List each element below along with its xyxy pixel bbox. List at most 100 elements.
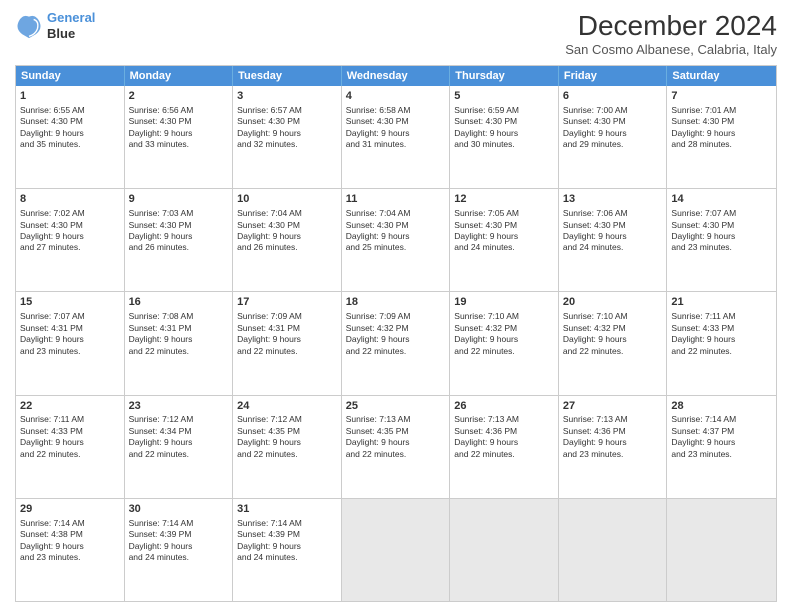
calendar-week: 15Sunrise: 7:07 AM Sunset: 4:31 PM Dayli… xyxy=(16,291,776,394)
calendar-cell: 24Sunrise: 7:12 AM Sunset: 4:35 PM Dayli… xyxy=(233,396,342,498)
day-number: 27 xyxy=(563,399,663,414)
day-info: Sunrise: 7:10 AM Sunset: 4:32 PM Dayligh… xyxy=(563,311,663,357)
calendar-cell-empty xyxy=(450,499,559,601)
day-info: Sunrise: 7:10 AM Sunset: 4:32 PM Dayligh… xyxy=(454,311,554,357)
day-number: 28 xyxy=(671,399,772,414)
day-number: 17 xyxy=(237,295,337,310)
day-info: Sunrise: 7:11 AM Sunset: 4:33 PM Dayligh… xyxy=(20,414,120,460)
calendar-header-cell: Monday xyxy=(125,66,234,86)
calendar-body: 1Sunrise: 6:55 AM Sunset: 4:30 PM Daylig… xyxy=(16,86,776,601)
day-info: Sunrise: 7:13 AM Sunset: 4:36 PM Dayligh… xyxy=(454,414,554,460)
day-number: 31 xyxy=(237,502,337,517)
day-info: Sunrise: 6:59 AM Sunset: 4:30 PM Dayligh… xyxy=(454,105,554,151)
day-number: 30 xyxy=(129,502,229,517)
calendar-cell: 15Sunrise: 7:07 AM Sunset: 4:31 PM Dayli… xyxy=(16,292,125,394)
calendar-week: 22Sunrise: 7:11 AM Sunset: 4:33 PM Dayli… xyxy=(16,395,776,498)
day-number: 25 xyxy=(346,399,446,414)
calendar-cell: 20Sunrise: 7:10 AM Sunset: 4:32 PM Dayli… xyxy=(559,292,668,394)
calendar-week: 1Sunrise: 6:55 AM Sunset: 4:30 PM Daylig… xyxy=(16,86,776,188)
logo: General Blue xyxy=(15,10,95,41)
calendar-week: 8Sunrise: 7:02 AM Sunset: 4:30 PM Daylig… xyxy=(16,188,776,291)
day-info: Sunrise: 7:08 AM Sunset: 4:31 PM Dayligh… xyxy=(129,311,229,357)
calendar-cell: 12Sunrise: 7:05 AM Sunset: 4:30 PM Dayli… xyxy=(450,189,559,291)
day-info: Sunrise: 7:05 AM Sunset: 4:30 PM Dayligh… xyxy=(454,208,554,254)
calendar-cell: 7Sunrise: 7:01 AM Sunset: 4:30 PM Daylig… xyxy=(667,86,776,188)
day-number: 15 xyxy=(20,295,120,310)
calendar-cell: 26Sunrise: 7:13 AM Sunset: 4:36 PM Dayli… xyxy=(450,396,559,498)
day-number: 11 xyxy=(346,192,446,207)
day-number: 14 xyxy=(671,192,772,207)
calendar-cell: 14Sunrise: 7:07 AM Sunset: 4:30 PM Dayli… xyxy=(667,189,776,291)
calendar-header-cell: Friday xyxy=(559,66,668,86)
calendar-cell: 28Sunrise: 7:14 AM Sunset: 4:37 PM Dayli… xyxy=(667,396,776,498)
day-info: Sunrise: 6:57 AM Sunset: 4:30 PM Dayligh… xyxy=(237,105,337,151)
main-title: December 2024 xyxy=(565,10,777,42)
day-info: Sunrise: 7:12 AM Sunset: 4:35 PM Dayligh… xyxy=(237,414,337,460)
day-number: 22 xyxy=(20,399,120,414)
day-info: Sunrise: 7:03 AM Sunset: 4:30 PM Dayligh… xyxy=(129,208,229,254)
calendar-cell: 22Sunrise: 7:11 AM Sunset: 4:33 PM Dayli… xyxy=(16,396,125,498)
day-number: 9 xyxy=(129,192,229,207)
day-number: 8 xyxy=(20,192,120,207)
day-info: Sunrise: 7:04 AM Sunset: 4:30 PM Dayligh… xyxy=(346,208,446,254)
day-info: Sunrise: 7:02 AM Sunset: 4:30 PM Dayligh… xyxy=(20,208,120,254)
calendar-header-cell: Tuesday xyxy=(233,66,342,86)
calendar-header-cell: Sunday xyxy=(16,66,125,86)
day-number: 16 xyxy=(129,295,229,310)
header: General Blue December 2024 San Cosmo Alb… xyxy=(15,10,777,57)
calendar-cell-empty xyxy=(559,499,668,601)
logo-text: General Blue xyxy=(47,10,95,41)
day-number: 10 xyxy=(237,192,337,207)
calendar-cell: 3Sunrise: 6:57 AM Sunset: 4:30 PM Daylig… xyxy=(233,86,342,188)
day-number: 20 xyxy=(563,295,663,310)
day-info: Sunrise: 7:13 AM Sunset: 4:35 PM Dayligh… xyxy=(346,414,446,460)
day-info: Sunrise: 7:00 AM Sunset: 4:30 PM Dayligh… xyxy=(563,105,663,151)
day-number: 4 xyxy=(346,89,446,104)
day-number: 13 xyxy=(563,192,663,207)
title-block: December 2024 San Cosmo Albanese, Calabr… xyxy=(565,10,777,57)
day-info: Sunrise: 7:09 AM Sunset: 4:32 PM Dayligh… xyxy=(346,311,446,357)
day-number: 12 xyxy=(454,192,554,207)
day-info: Sunrise: 7:06 AM Sunset: 4:30 PM Dayligh… xyxy=(563,208,663,254)
calendar-cell-empty xyxy=(342,499,451,601)
calendar-cell-empty xyxy=(667,499,776,601)
calendar-cell: 30Sunrise: 7:14 AM Sunset: 4:39 PM Dayli… xyxy=(125,499,234,601)
calendar-cell: 2Sunrise: 6:56 AM Sunset: 4:30 PM Daylig… xyxy=(125,86,234,188)
calendar-cell: 21Sunrise: 7:11 AM Sunset: 4:33 PM Dayli… xyxy=(667,292,776,394)
calendar-cell: 6Sunrise: 7:00 AM Sunset: 4:30 PM Daylig… xyxy=(559,86,668,188)
day-number: 6 xyxy=(563,89,663,104)
page: General Blue December 2024 San Cosmo Alb… xyxy=(0,0,792,612)
calendar-cell: 31Sunrise: 7:14 AM Sunset: 4:39 PM Dayli… xyxy=(233,499,342,601)
subtitle: San Cosmo Albanese, Calabria, Italy xyxy=(565,42,777,57)
day-number: 3 xyxy=(237,89,337,104)
day-info: Sunrise: 7:07 AM Sunset: 4:30 PM Dayligh… xyxy=(671,208,772,254)
day-info: Sunrise: 7:11 AM Sunset: 4:33 PM Dayligh… xyxy=(671,311,772,357)
calendar-cell: 5Sunrise: 6:59 AM Sunset: 4:30 PM Daylig… xyxy=(450,86,559,188)
day-number: 5 xyxy=(454,89,554,104)
calendar-cell: 8Sunrise: 7:02 AM Sunset: 4:30 PM Daylig… xyxy=(16,189,125,291)
day-info: Sunrise: 7:14 AM Sunset: 4:39 PM Dayligh… xyxy=(129,518,229,564)
day-info: Sunrise: 6:55 AM Sunset: 4:30 PM Dayligh… xyxy=(20,105,120,151)
calendar-cell: 13Sunrise: 7:06 AM Sunset: 4:30 PM Dayli… xyxy=(559,189,668,291)
day-number: 24 xyxy=(237,399,337,414)
calendar-cell: 11Sunrise: 7:04 AM Sunset: 4:30 PM Dayli… xyxy=(342,189,451,291)
calendar-cell: 10Sunrise: 7:04 AM Sunset: 4:30 PM Dayli… xyxy=(233,189,342,291)
calendar-cell: 18Sunrise: 7:09 AM Sunset: 4:32 PM Dayli… xyxy=(342,292,451,394)
logo-icon xyxy=(15,12,43,40)
day-number: 18 xyxy=(346,295,446,310)
calendar-cell: 16Sunrise: 7:08 AM Sunset: 4:31 PM Dayli… xyxy=(125,292,234,394)
day-number: 21 xyxy=(671,295,772,310)
calendar-cell: 17Sunrise: 7:09 AM Sunset: 4:31 PM Dayli… xyxy=(233,292,342,394)
day-info: Sunrise: 7:01 AM Sunset: 4:30 PM Dayligh… xyxy=(671,105,772,151)
day-number: 26 xyxy=(454,399,554,414)
calendar-cell: 1Sunrise: 6:55 AM Sunset: 4:30 PM Daylig… xyxy=(16,86,125,188)
day-number: 29 xyxy=(20,502,120,517)
day-info: Sunrise: 7:14 AM Sunset: 4:38 PM Dayligh… xyxy=(20,518,120,564)
day-number: 7 xyxy=(671,89,772,104)
calendar-header-cell: Wednesday xyxy=(342,66,451,86)
day-info: Sunrise: 7:07 AM Sunset: 4:31 PM Dayligh… xyxy=(20,311,120,357)
day-info: Sunrise: 7:04 AM Sunset: 4:30 PM Dayligh… xyxy=(237,208,337,254)
day-number: 1 xyxy=(20,89,120,104)
day-info: Sunrise: 7:12 AM Sunset: 4:34 PM Dayligh… xyxy=(129,414,229,460)
calendar: SundayMondayTuesdayWednesdayThursdayFrid… xyxy=(15,65,777,602)
